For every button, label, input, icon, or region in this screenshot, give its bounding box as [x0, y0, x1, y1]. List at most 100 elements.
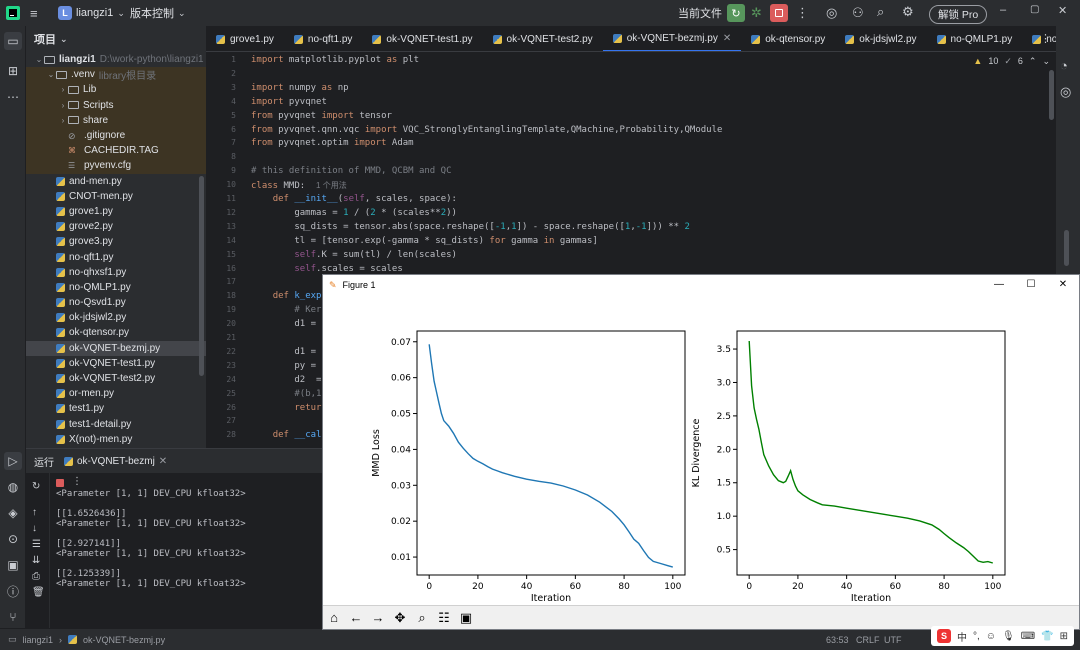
ai-assistant-icon[interactable]: ◎	[826, 5, 837, 21]
code-line[interactable]: # Kern	[251, 305, 327, 315]
run-icon[interactable]: ▷	[4, 452, 22, 470]
editor-tab[interactable]: grove1.py	[206, 26, 284, 51]
tree-item[interactable]: ok-qtensor.py	[26, 325, 206, 340]
services-icon[interactable]: ⊙	[4, 530, 22, 548]
project-selector[interactable]: L liangzi1 ⌄	[58, 6, 125, 20]
tree-item[interactable]: ok-VQNET-test2.py	[26, 371, 206, 386]
problems-icon[interactable]: ⓘ	[4, 582, 22, 600]
tree-item[interactable]: grove3.py	[26, 234, 206, 249]
close-icon[interactable]: ✕	[1058, 4, 1067, 17]
more-actions-icon[interactable]: ⋮	[72, 476, 82, 487]
right-scrollbar[interactable]	[1064, 230, 1069, 266]
sogou-icon[interactable]: S	[937, 629, 952, 643]
python-packages-icon[interactable]: ◍	[4, 478, 22, 496]
grid-icon[interactable]: ⊞	[1060, 631, 1068, 642]
status-file[interactable]: ok-VQNET-bezmj.py	[83, 635, 165, 645]
maximize-icon[interactable]: ▢	[1030, 4, 1039, 15]
tree-item[interactable]: › Scripts	[26, 97, 206, 113]
editor-tab[interactable]: ok-VQNET-bezmj.py ✕	[602, 26, 742, 51]
tree-item[interactable]: X(not)-men.py	[26, 432, 206, 447]
tree-root[interactable]: ⌄ liangzi1 D:\work-python\liangzi1	[26, 52, 206, 67]
project-panel-header[interactable]: 项目 ⌄	[26, 26, 206, 52]
tree-item[interactable]: ok-VQNET-bezmj.py	[26, 340, 206, 356]
tree-item[interactable]: test1.py	[26, 401, 206, 416]
tree-item[interactable]: or-men.py	[26, 386, 206, 401]
notifications-icon[interactable]: ◔	[1060, 58, 1068, 73]
add-user-icon[interactable]: ⚇	[852, 5, 864, 21]
code-line[interactable]: from pyvqnet.optim import Adam	[251, 138, 414, 148]
configure-subplots-icon[interactable]: ☷	[435, 609, 453, 627]
code-line[interactable]: from pyvqnet.qnn.vqc import VQC_Strongly…	[251, 125, 722, 135]
stop-icon[interactable]	[56, 479, 64, 487]
more-tools-icon[interactable]: ⋯	[4, 88, 22, 106]
git-icon[interactable]: ⑂	[4, 608, 22, 626]
code-line[interactable]: tl = [tensor.exp(-gamma * sq_dists) for …	[251, 236, 597, 246]
skin-icon[interactable]: 👕	[1041, 631, 1053, 642]
close-icon[interactable]: ✕	[723, 33, 731, 44]
tree-item[interactable]: no-QMLP1.py	[26, 280, 206, 295]
code-line[interactable]: #(b,1,	[251, 389, 327, 399]
tree-item[interactable]: grove1.py	[26, 204, 206, 219]
microphone-icon[interactable]: 🎙	[1002, 631, 1015, 642]
zoom-icon[interactable]: ⌕	[413, 609, 431, 627]
code-line[interactable]: d2 =	[251, 375, 321, 385]
line-separator[interactable]: CRLF	[856, 635, 880, 645]
tree-item[interactable]: and-men.py	[26, 174, 206, 189]
tree-item[interactable]: › share	[26, 112, 206, 128]
unlock-pro-button[interactable]: 解锁 Pro	[929, 5, 988, 24]
status-project[interactable]: liangzi1	[23, 635, 54, 645]
code-line[interactable]: self.K = sum(tl) / len(scales)	[251, 250, 457, 260]
code-line[interactable]: sq_dists = tensor.abs(space.reshape([-1,…	[251, 222, 690, 232]
close-icon[interactable]: ✕	[159, 456, 167, 467]
chevron-up-icon[interactable]: ⌃	[1029, 56, 1037, 67]
tree-item[interactable]: › Lib	[26, 82, 206, 98]
soft-wrap-icon[interactable]: ☰	[32, 539, 41, 550]
vcs-menu[interactable]: 版本控制 ⌄	[130, 5, 186, 21]
editor-tab[interactable]: ok-VQNET-test2.py	[483, 26, 603, 51]
search-icon[interactable]: ⌕	[877, 4, 884, 20]
file-encoding[interactable]: UTF	[884, 635, 902, 645]
code-line[interactable]: return	[251, 403, 327, 413]
tree-item[interactable]: test1-detail.py	[26, 417, 206, 432]
keyboard-icon[interactable]: ⌨	[1021, 631, 1035, 642]
scroll-down-icon[interactable]: ↓	[32, 523, 37, 534]
chevron-down-icon[interactable]: ⌄	[1042, 56, 1050, 67]
code-line[interactable]: py = p	[251, 361, 327, 371]
run-config-selector[interactable]: 当前文件 ⌄	[678, 5, 734, 21]
tree-item[interactable]: grove2.py	[26, 219, 206, 234]
code-line[interactable]: d1 = p	[251, 319, 327, 329]
tree-item[interactable]: ⊘ .gitignore	[26, 127, 206, 144]
scroll-up-icon[interactable]: ↑	[32, 507, 37, 518]
pan-icon[interactable]: ✥	[391, 609, 409, 627]
editor-tab[interactable]: ok-VQNET-test1.py	[362, 26, 482, 51]
punctuation-icon[interactable]: °,	[973, 631, 980, 642]
maximize-icon[interactable]: ☐	[1015, 275, 1047, 295]
tree-item[interactable]: CNOT-men.py	[26, 189, 206, 204]
ai-chat-icon[interactable]: ◎	[1060, 84, 1071, 100]
code-line[interactable]: # this definition of MMD, QCBM and QC	[251, 166, 451, 176]
rerun-icon[interactable]: ↻	[32, 481, 40, 492]
emoji-icon[interactable]: ☺	[986, 631, 996, 642]
minimize-icon[interactable]: –	[1000, 4, 1006, 16]
editor-tab[interactable]: ok-jdsjwl2.py	[835, 26, 926, 51]
minimize-icon[interactable]: —	[983, 275, 1015, 295]
tree-item[interactable]: ☰ pyvenv.cfg	[26, 158, 206, 174]
stop-button[interactable]	[770, 4, 788, 22]
folder-icon[interactable]: ▭	[4, 32, 22, 50]
scroll-end-icon[interactable]: ⇊	[32, 555, 40, 566]
more-actions-icon[interactable]: ⋮	[796, 5, 809, 21]
tree-venv[interactable]: ⌄ .venv library根目录	[26, 67, 206, 83]
app-logo-icon[interactable]	[6, 6, 20, 20]
code-line[interactable]: gammas = 1 / (2 * (scales**2))	[251, 208, 457, 218]
save-icon[interactable]: ▣	[457, 609, 475, 627]
code-line[interactable]: d1 = d	[251, 347, 327, 357]
main-menu-icon[interactable]: ≡	[30, 6, 38, 21]
code-line[interactable]: self.scales = scales	[251, 264, 402, 274]
code-line[interactable]: import numpy as np	[251, 83, 349, 93]
code-line[interactable]: class MMD: 1 个用法	[251, 180, 347, 191]
editor-tab[interactable]: no-QMLP1.py	[927, 26, 1023, 51]
print-icon[interactable]: ⎙	[32, 571, 40, 582]
run-config-tab[interactable]: ok-VQNET-bezmj ✕	[64, 456, 167, 467]
code-line[interactable]: def __call	[251, 430, 327, 440]
tree-item[interactable]: no-Qsvd1.py	[26, 295, 206, 310]
